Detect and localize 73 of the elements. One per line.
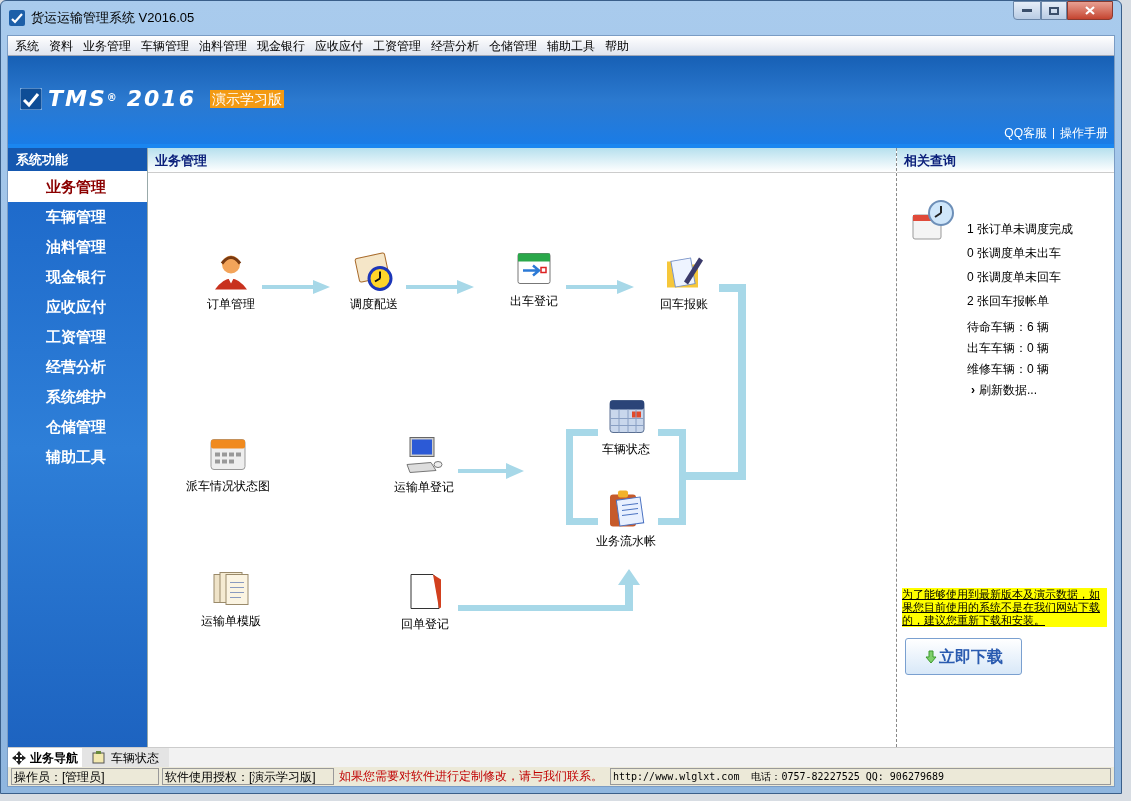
clipboard-icon: [92, 751, 105, 764]
sidebar-item[interactable]: 辅助工具: [8, 442, 147, 472]
refresh-link[interactable]: 刷新数据...: [979, 381, 1037, 399]
workflow-node[interactable]: 回车报账: [660, 251, 708, 313]
sidebar-item[interactable]: 工资管理: [8, 322, 147, 352]
flow-arrow: [262, 280, 330, 294]
count-text: 0 张调度单未出车: [967, 245, 1062, 262]
count-text: 1 张订单未调度完成: [967, 221, 1073, 238]
close-button[interactable]: [1067, 1, 1113, 20]
book-clock-icon: [354, 251, 394, 292]
menu-item[interactable]: 经营分析: [426, 36, 484, 55]
sidebar-item[interactable]: 系统维护: [8, 382, 147, 412]
product-logo: TMS$^{®}$ 2016: [48, 85, 196, 113]
vehicle-count-text: 待命车辆：6 辆: [967, 319, 1049, 336]
menu-item[interactable]: 仓储管理: [484, 36, 542, 55]
menu-item[interactable]: 业务管理: [78, 36, 136, 55]
status-field: 如果您需要对软件进行定制修改，请与我们联系。: [337, 768, 607, 785]
panel-title: 业务管理: [148, 148, 896, 173]
down-arrow-icon: [924, 649, 937, 664]
sidebar-item[interactable]: 业务管理: [8, 172, 147, 202]
workflow-node[interactable]: 派车情况状态图: [186, 433, 270, 495]
download-button[interactable]: 立即下载: [905, 638, 1022, 675]
flow-arrow: [458, 463, 524, 479]
sidebar-item[interactable]: 经营分析: [8, 352, 147, 382]
sidebar-item[interactable]: 现金银行: [8, 262, 147, 292]
status-field: 软件使用授权：[演示学习版]: [162, 768, 334, 785]
flow-arrow: [566, 280, 634, 294]
menu-item[interactable]: 系统: [10, 36, 44, 55]
sidebar-item[interactable]: 仓储管理: [8, 412, 147, 442]
banner-link[interactable]: QQ客服: [1004, 124, 1047, 142]
menu-item[interactable]: 现金银行: [252, 36, 310, 55]
sidebar-item[interactable]: 油料管理: [8, 232, 147, 262]
vehicle-count-text: 出车车辆：0 辆: [967, 340, 1049, 357]
menu-item[interactable]: 工资管理: [368, 36, 426, 55]
notice-text: 为了能够使用到最新版本及演示数据，如果您目前使用的系统不是在我们网站下载的，建议您重新下载和安装。: [902, 588, 1107, 627]
window-title: 货运运输管理系统 V2016.05: [31, 9, 195, 28]
menu-item[interactable]: 资料: [44, 36, 78, 55]
sidebar-item[interactable]: 应收应付: [8, 292, 147, 322]
workflow-node[interactable]: 车辆状态: [602, 396, 650, 458]
minimize-button[interactable]: [1013, 1, 1041, 20]
workflow-node[interactable]: 回单登记: [401, 571, 449, 633]
computer-icon: [404, 434, 444, 475]
bottom-tab[interactable]: 车辆状态: [82, 747, 169, 768]
workflow-node[interactable]: 出车登记: [510, 248, 558, 310]
workflow-node[interactable]: 订单管理: [207, 251, 255, 313]
close-icon: [1085, 6, 1095, 15]
menu-item[interactable]: 油料管理: [194, 36, 252, 55]
bottom-tab[interactable]: 业务导航: [8, 747, 82, 768]
edition-badge: 演示学习版: [210, 89, 284, 108]
banner-link[interactable]: 操作手册: [1060, 124, 1108, 142]
tms-logo-icon: [20, 87, 42, 110]
chevron-icon: ›: [971, 381, 975, 399]
workflow-node[interactable]: 业务流水帐: [596, 488, 656, 550]
status-field: 操作员：[管理员]: [11, 768, 159, 785]
panel-title: 相关查询: [897, 148, 1114, 173]
menu-item[interactable]: 辅助工具: [542, 36, 600, 55]
workflow-node[interactable]: 运输单模版: [201, 568, 261, 630]
sidebar-item[interactable]: 车辆管理: [8, 202, 147, 232]
flow-arrow: [406, 280, 474, 294]
calendar-clock-icon: [911, 199, 957, 243]
count-text: 2 张回车报帐单: [967, 293, 1050, 310]
count-text: 0 张调度单未回车: [967, 269, 1062, 286]
maximize-button[interactable]: [1041, 1, 1067, 20]
vehicle-count-text: 维修车辆：0 辆: [967, 361, 1049, 378]
menu-item[interactable]: 帮助: [600, 36, 634, 55]
sidebar-title: 系统功能: [8, 148, 147, 172]
app-logo-icon: [9, 10, 25, 26]
navigation-icon: [12, 750, 26, 765]
menu-item[interactable]: 应收应付: [310, 36, 368, 55]
workflow-node[interactable]: 运输单登记: [394, 434, 454, 496]
workflow-node[interactable]: 调度配送: [350, 251, 398, 313]
menu-item[interactable]: 车辆管理: [136, 36, 194, 55]
status-field: http://www.wlglxt.com 电话：0757-82227525 QQ: 906279689: [610, 768, 1111, 785]
